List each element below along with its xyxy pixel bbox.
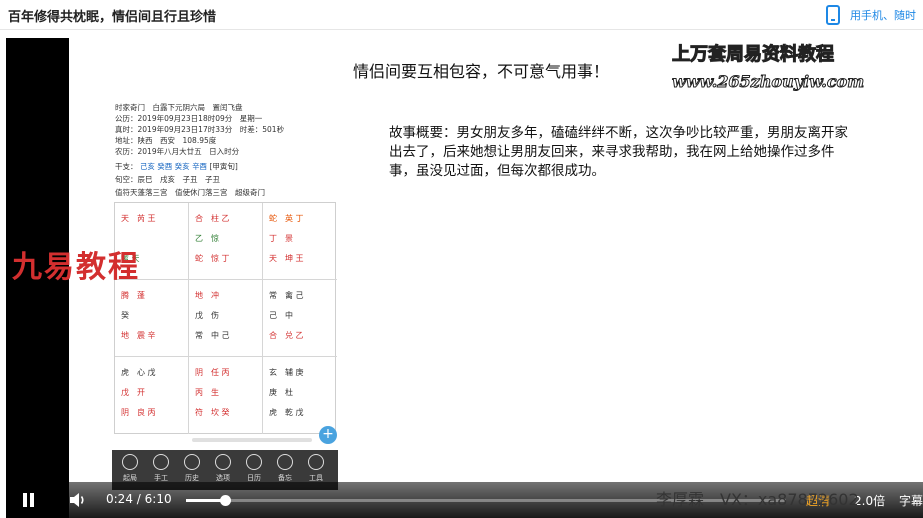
clock-icon — [122, 454, 138, 470]
palace-cell: 玄 辅 庚 庚 杜 虎 乾 戊 — [263, 357, 337, 434]
nine-palace-grid: 天 芮 王 禽 天 合 柱 乙 乙 惊 蛇 惊 丁 蛇 英 丁 丁 景 天 坤 … — [114, 202, 337, 434]
palace-cell: 虎 心 戊 戊 开 阴 良 丙 — [115, 357, 189, 434]
time-separator: / — [136, 492, 141, 506]
cell-row: 地 震 辛 — [121, 331, 156, 340]
volume-icon[interactable] — [68, 491, 88, 509]
tool-options: 选项 — [209, 454, 237, 483]
xunkong-line: 旬空：辰巳 戌亥 子丑 子丑 — [115, 175, 220, 184]
cell-row: 阴 任 丙 — [195, 368, 230, 377]
tool-history: 历史 — [178, 454, 206, 483]
page: 百年修得共枕眠，情侣间且行且珍惜 用手机、随时 时家奇门 白露下元阴六局 置闰飞… — [0, 0, 923, 518]
bottom-watermark: 李厚霖 VX：xa87872602 — [656, 490, 859, 509]
story-summary: 故事概要：男女朋友多年，磕磕绊绊不断，这次争吵比较严重，男朋友离开家出去了，后来… — [389, 125, 848, 179]
header-line: 时家奇门 白露下元阴六局 置闰飞盘 — [115, 103, 243, 112]
ganzhi-month: 癸酉 — [157, 162, 173, 171]
cell-row: 天 坤 王 — [269, 254, 304, 263]
cell-row: 合 柱 乙 — [195, 214, 230, 223]
history-icon — [184, 454, 200, 470]
qimen-app-screenshot: 时家奇门 白露下元阴六局 置闰飞盘 公历：2019年09月23日18时09分 星… — [112, 100, 338, 518]
watch-on-phone-link[interactable]: 用手机、随时 — [850, 7, 916, 23]
video-player[interactable]: 时家奇门 白露下元阴六局 置闰飞盘 公历：2019年09月23日18时09分 星… — [6, 38, 923, 518]
ganzhi-note: [甲寅旬] — [209, 162, 238, 171]
cell-row: 符 坎 癸 — [195, 408, 230, 417]
current-time: 0:24 — [106, 492, 133, 506]
time-display: 0:24 / 6:10 — [106, 492, 172, 506]
ganzhi-day: 癸亥 — [174, 162, 190, 171]
palace-cell: 常 禽 己 己 中 合 兑 乙 — [263, 280, 337, 357]
cell-row: 常 禽 己 — [269, 291, 304, 300]
ganzhi-line: 干支： 己亥 癸酉 癸亥 辛酉 [甲寅旬] — [115, 161, 238, 172]
subtitle-button[interactable]: 字幕 — [899, 492, 923, 509]
cell-row: 阴 良 丙 — [121, 408, 156, 417]
add-icon: + — [319, 426, 337, 444]
zhifu-line: 值符天蓬落三宫 值使休门落三宫 超级奇门 — [115, 188, 265, 197]
ganzhi-hour: 辛酉 — [192, 162, 208, 171]
cell-row: 天 芮 王 — [121, 214, 156, 223]
cell-row: 乙 惊 — [195, 234, 219, 243]
tool-memo: 备忘 — [271, 454, 299, 483]
cell-row: 虎 乾 戊 — [269, 408, 304, 417]
speed-button[interactable]: 2.0倍 — [854, 492, 885, 509]
video-headline: 情侣间要互相包容，不可意气用事！ — [353, 62, 610, 81]
cell-row: 己 中 — [269, 311, 293, 320]
ganzhi-label: 干支： — [115, 162, 138, 171]
header-line: 地址：陕西 西安 108.95度 — [115, 136, 217, 145]
palace-cell: 合 柱 乙 乙 惊 蛇 惊 丁 — [189, 203, 263, 280]
progress-handle[interactable] — [220, 495, 231, 506]
watermark-right-title: 上万套周易资料教程 — [672, 44, 835, 66]
cell-row: 戊 伤 — [195, 311, 219, 320]
watermark-right-url: www.265zhouyiw.com — [671, 72, 865, 92]
tool-calendar: 日历 — [240, 454, 268, 483]
tool-start: 起局 — [116, 454, 144, 483]
cell-row: 癸 — [121, 311, 129, 320]
pin-icon — [153, 454, 169, 470]
cell-row: 玄 辅 庚 — [269, 368, 304, 377]
cell-row: 丁 景 — [269, 234, 293, 243]
header-line: 农历：2019年八月大廿五 日入时分 — [115, 147, 240, 156]
tool-manual: 手工 — [147, 454, 175, 483]
palace-cell: 地 冲 戊 伤 常 中 己 — [189, 280, 263, 357]
cell-row: 庚 杜 — [269, 388, 293, 397]
top-bar: 百年修得共枕眠，情侣间且行且珍惜 用手机、随时 — [0, 0, 923, 30]
cell-row: 蛇 英 丁 — [269, 214, 304, 223]
palace-cell: 腾 蓬 癸 地 震 辛 — [115, 280, 189, 357]
ganzhi-year: 己亥 — [139, 162, 155, 171]
grid-icon — [215, 454, 231, 470]
cell-row: 虎 心 戊 — [121, 368, 156, 377]
page-title: 百年修得共枕眠，情侣间且行且珍惜 — [8, 10, 217, 25]
cell-row: 腾 蓬 — [121, 291, 145, 300]
header-line: 真时：2019年09月23日17时33分 时差：501秒 — [115, 125, 285, 134]
toolbox-icon — [308, 454, 324, 470]
cell-row: 戊 开 — [121, 388, 145, 397]
palace-cell: 蛇 英 丁 丁 景 天 坤 王 — [263, 203, 337, 280]
watermark-left: 九易教程 — [12, 250, 140, 285]
duration: 6:10 — [144, 492, 172, 506]
memo-icon — [277, 454, 293, 470]
calendar-icon — [246, 454, 262, 470]
cell-row: 丙 生 — [195, 388, 219, 397]
cell-row: 常 中 己 — [195, 331, 230, 340]
app-scroll-indicator — [192, 438, 312, 442]
header-line: 公历：2019年09月23日18时09分 星期一 — [115, 114, 263, 123]
palace-cell: 阴 任 丙 丙 生 符 坎 癸 — [189, 357, 263, 434]
pause-icon[interactable] — [22, 493, 36, 507]
tool-tools: 工具 — [302, 454, 330, 483]
mobile-phone-icon[interactable] — [826, 5, 840, 25]
chart-header: 时家奇门 白露下元阴六局 置闰飞盘 公历：2019年09月23日18时09分 星… — [112, 100, 338, 200]
cell-row: 蛇 惊 丁 — [195, 254, 230, 263]
cell-row: 地 冲 — [195, 291, 219, 300]
cell-row: 合 兑 乙 — [269, 331, 304, 340]
